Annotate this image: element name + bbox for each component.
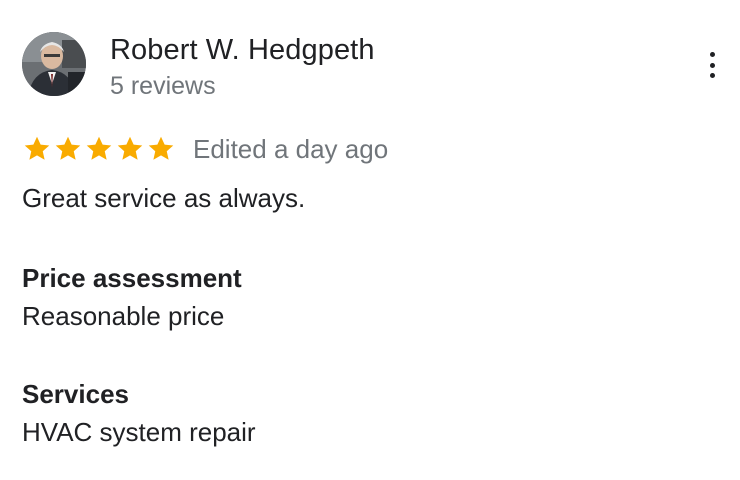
review-card: Robert W. Hedgpeth 5 reviews Edited a da… (0, 0, 740, 480)
author-reviews-count[interactable]: 5 reviews (110, 70, 375, 102)
review-header: Robert W. Hedgpeth 5 reviews (22, 32, 375, 102)
star-icon (84, 134, 114, 164)
author-name[interactable]: Robert W. Hedgpeth (110, 34, 375, 66)
more-vert-icon-dot (709, 73, 715, 78)
star-icon (53, 134, 83, 164)
avatar[interactable] (22, 32, 86, 96)
rating-row: Edited a day ago (22, 133, 388, 165)
price-assessment-value: Reasonable price (22, 301, 225, 331)
star-icon (115, 134, 145, 164)
services-label: Services (22, 379, 129, 409)
star-icon (22, 134, 52, 164)
services-value: HVAC system repair (22, 417, 256, 447)
author-block: Robert W. Hedgpeth 5 reviews (110, 34, 375, 102)
more-vert-icon-dot (709, 62, 715, 68)
star-rating (22, 134, 177, 164)
price-assessment-label: Price assessment (22, 263, 242, 293)
more-vert-icon (709, 52, 715, 57)
review-text: Great service as always. (22, 183, 306, 213)
more-options-button[interactable] (700, 52, 724, 78)
review-timestamp: Edited a day ago (193, 134, 389, 164)
star-icon (146, 134, 176, 164)
